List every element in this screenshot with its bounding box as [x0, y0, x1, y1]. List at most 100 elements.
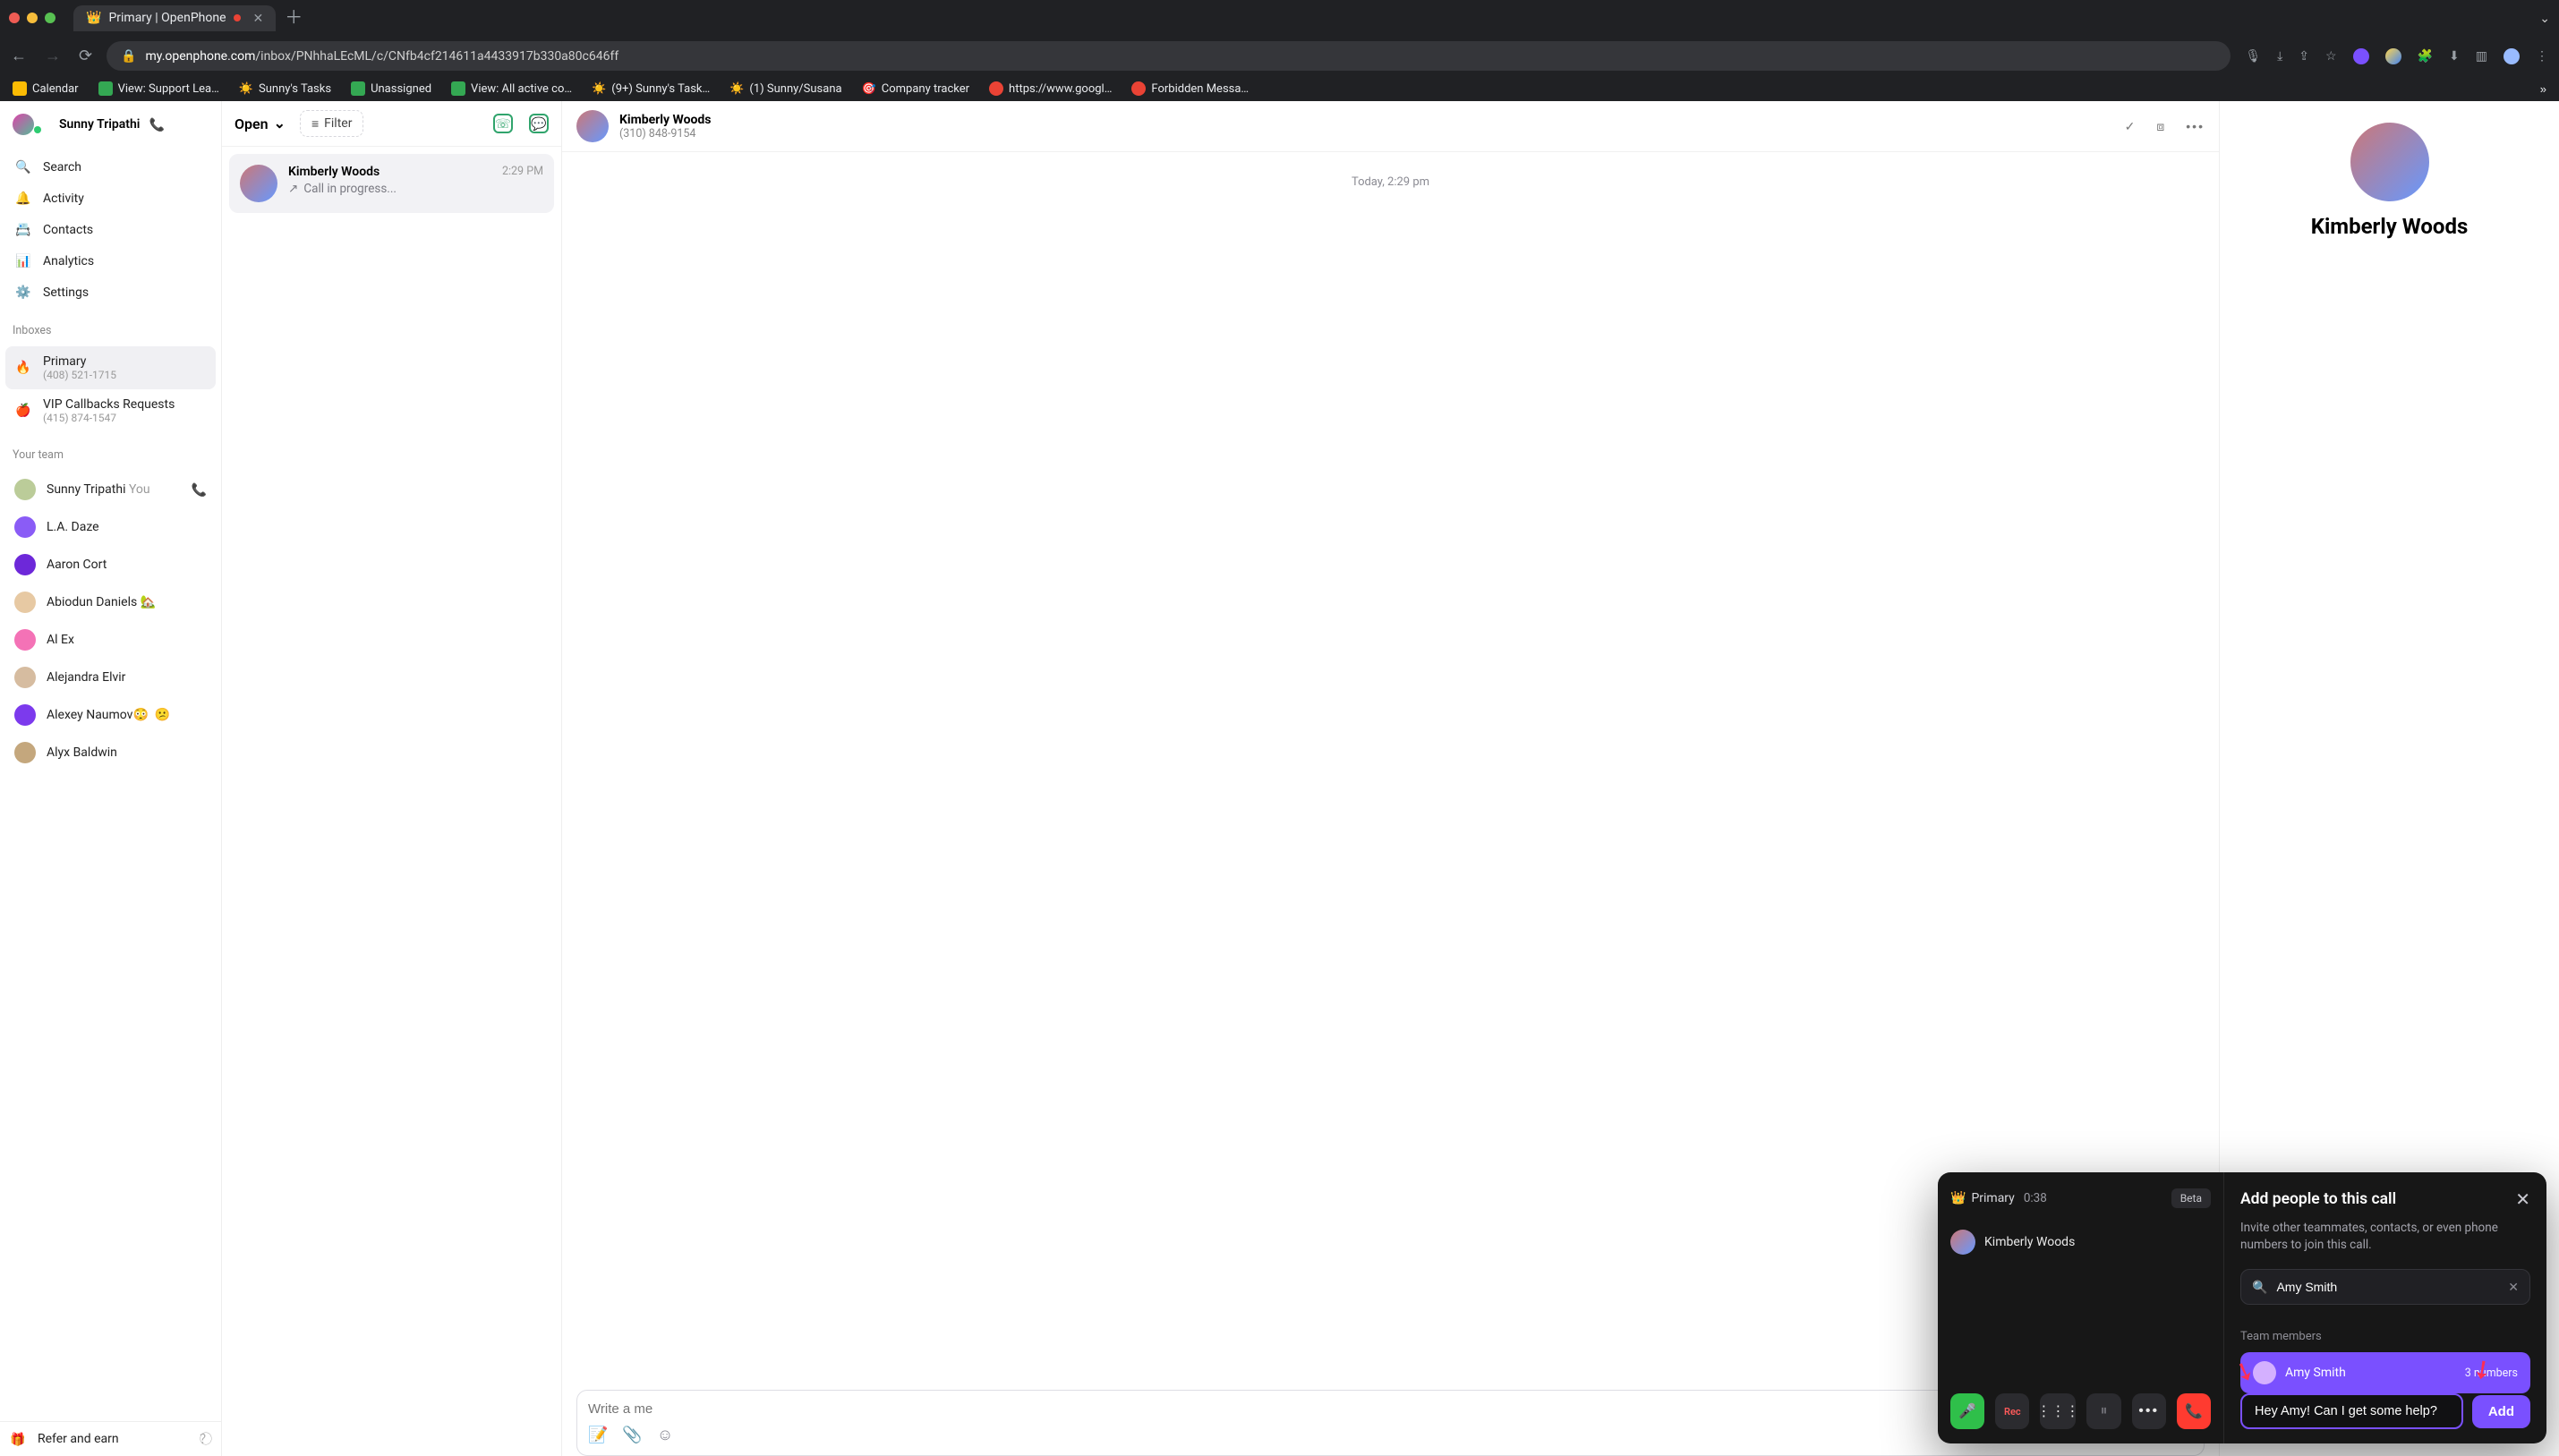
sidebar-section-inboxes: Inboxes: [0, 311, 221, 343]
sidebar-team-member[interactable]: Sunny Tripathi You📞: [5, 471, 216, 508]
bookmark-item[interactable]: ☀️(1) Sunny/Susana: [729, 82, 841, 96]
sun-icon: ☀️: [729, 82, 744, 96]
mute-toggle-button[interactable]: 🎤: [1950, 1393, 1984, 1429]
call-participant-name: Kimberly Woods: [1984, 1235, 2075, 1249]
sidebar-inbox-primary[interactable]: 🔥 Primary(408) 521-1715: [5, 346, 216, 389]
sun-icon: ☀️: [592, 82, 606, 96]
bookmark-item[interactable]: 🎯Company tracker: [862, 82, 969, 96]
sidebar-item-analytics[interactable]: 📊Analytics: [5, 245, 216, 277]
extensions-puzzle-icon[interactable]: 🧩: [2418, 48, 2433, 64]
sidebar-team-member[interactable]: Alejandra Elvir: [5, 659, 216, 696]
mark-unread-icon[interactable]: ⧈: [2156, 119, 2164, 134]
close-panel-icon[interactable]: ✕: [2515, 1188, 2530, 1211]
sidebar-team-member[interactable]: Aaron Cort: [5, 546, 216, 583]
profile-avatar[interactable]: [2350, 123, 2429, 201]
emoji-icon[interactable]: ☺: [657, 1426, 673, 1444]
call-outgoing-icon: ↗: [288, 182, 298, 196]
hang-up-button[interactable]: 📞: [2177, 1393, 2211, 1429]
sidebar-user-header[interactable]: Sunny Tripathi 📞: [0, 101, 221, 148]
team-member-name: Aaron Cort: [47, 558, 107, 572]
search-icon: 🔍: [14, 159, 32, 175]
add-people-subtitle: Invite other teammates, contacts, or eve…: [2240, 1220, 2530, 1255]
install-app-icon[interactable]: ⤓: [2277, 48, 2282, 64]
sidebar-team-member[interactable]: Alexey Naumov😳 😕: [5, 696, 216, 734]
record-toggle-button[interactable]: Rec: [1995, 1393, 2029, 1429]
clear-search-icon[interactable]: ✕: [2508, 1280, 2519, 1295]
share-icon[interactable]: ⇪: [2299, 48, 2309, 64]
sidebar-item-settings[interactable]: ⚙️Settings: [5, 277, 216, 308]
conversation-item[interactable]: Kimberly Woods 2:29 PM ↗ Call in progres…: [229, 154, 554, 213]
sidebar-refer-earn[interactable]: 🎁 Refer and earn ？⃝: [0, 1422, 221, 1456]
downloads-icon[interactable]: ⬇: [2449, 48, 2460, 64]
bookmark-item[interactable]: View: Support Lea…: [98, 81, 219, 96]
browser-url-box[interactable]: 🔒 my.openphone.com/inbox/PNhhaLEcML/c/CN…: [107, 41, 2231, 71]
add-people-search[interactable]: 🔍 ✕: [2240, 1269, 2530, 1305]
dialpad-button[interactable]: ⋮⋮⋮: [2040, 1393, 2076, 1429]
presence-dot-icon: [34, 126, 41, 133]
phone-handset-icon[interactable]: 📞: [149, 117, 164, 132]
sidepanel-icon[interactable]: ▥: [2476, 48, 2487, 64]
conversation-avatar: [240, 165, 277, 202]
mark-done-icon[interactable]: ✓: [2125, 119, 2136, 134]
help-circle-icon[interactable]: ？⃝: [200, 1430, 212, 1448]
profile-avatar-icon[interactable]: [2504, 48, 2520, 64]
filter-button[interactable]: ≡ Filter: [300, 110, 363, 137]
browser-back-icon[interactable]: ←: [11, 47, 27, 65]
add-people-search-input[interactable]: [2276, 1280, 2508, 1294]
bookmark-item[interactable]: https://www.googl…: [989, 81, 1112, 96]
new-tab-button[interactable]: ＋: [285, 9, 303, 27]
mic-permission-icon[interactable]: 🎙: [2245, 48, 2261, 64]
bookmark-item[interactable]: ☀️(9+) Sunny's Task…: [592, 82, 710, 96]
sidebar-team-member[interactable]: Abiodun Daniels 🏡: [5, 583, 216, 621]
invite-message-input[interactable]: [2255, 1404, 2449, 1418]
search-result-member[interactable]: Amy Smith 3 numbers: [2240, 1352, 2530, 1393]
sidebar-team-member[interactable]: Al Ex: [5, 621, 216, 659]
note-icon[interactable]: 📝: [588, 1426, 608, 1444]
browser-tab-active[interactable]: 👑 Primary | OpenPhone ✕: [73, 5, 276, 31]
bookmark-label: Company tracker: [882, 82, 969, 96]
sidebar-item-search[interactable]: 🔍 Search: [5, 151, 216, 183]
attachment-icon[interactable]: 📎: [622, 1426, 642, 1444]
extension-icon[interactable]: [2353, 48, 2369, 64]
window-minimize-light[interactable]: [27, 13, 38, 23]
bookmark-item[interactable]: ☀️Sunny's Tasks: [239, 82, 331, 96]
new-message-icon[interactable]: 💬: [529, 114, 549, 133]
sidebar-item-label: Search: [43, 160, 81, 175]
window-close-light[interactable]: [9, 13, 20, 23]
add-button[interactable]: Add: [2472, 1395, 2530, 1428]
tab-close-icon[interactable]: ✕: [253, 11, 264, 26]
team-member-name: L.A. Daze: [47, 520, 99, 534]
phone-handset-icon[interactable]: 📞: [192, 482, 207, 498]
tab-recording-indicator: [234, 14, 241, 21]
team-member-name: Alexey Naumov😳: [47, 708, 149, 722]
member-avatar: [2253, 1361, 2276, 1384]
avatar: [14, 704, 36, 726]
window-zoom-light[interactable]: [45, 13, 55, 23]
chrome-menu-icon[interactable]: ⋮: [2536, 48, 2548, 64]
sidebar-team-member[interactable]: L.A. Daze: [5, 508, 216, 546]
extension-icon[interactable]: [2385, 48, 2401, 64]
sidebar-inbox-vip[interactable]: 🍎 VIP Callbacks Requests(415) 874-1547: [5, 389, 216, 432]
bookmarks-overflow-icon[interactable]: »: [2540, 82, 2546, 96]
browser-reload-icon[interactable]: ⟳: [79, 47, 92, 65]
inbox-status-label: Open: [235, 115, 269, 132]
contact-avatar[interactable]: [576, 110, 609, 142]
lock-icon: 🔒: [121, 48, 136, 64]
more-options-icon[interactable]: •••: [2186, 119, 2205, 134]
conversation-time: 2:29 PM: [502, 165, 543, 179]
invite-message-field[interactable]: [2240, 1393, 2463, 1429]
hold-button[interactable]: ⏸: [2086, 1393, 2120, 1429]
new-call-icon[interactable]: ☏: [493, 114, 513, 133]
bookmark-item[interactable]: View: All active co…: [451, 81, 572, 96]
sidebar-team-member[interactable]: Alyx Baldwin: [5, 734, 216, 771]
bookmark-item[interactable]: Forbidden Messa…: [1131, 81, 1249, 96]
tabs-chevron-down-icon[interactable]: ⌄: [2539, 11, 2550, 26]
browser-forward-icon: →: [45, 47, 61, 65]
sidebar-item-activity[interactable]: 🔔Activity: [5, 183, 216, 214]
bookmark-item[interactable]: Unassigned: [351, 81, 431, 96]
call-more-options-button[interactable]: •••: [2132, 1393, 2166, 1429]
inbox-status-dropdown[interactable]: Open ⌄: [235, 115, 286, 132]
bookmark-item[interactable]: Calendar: [13, 81, 79, 96]
bookmark-star-icon[interactable]: ☆: [2325, 48, 2337, 64]
sidebar-item-contacts[interactable]: 📇Contacts: [5, 214, 216, 245]
